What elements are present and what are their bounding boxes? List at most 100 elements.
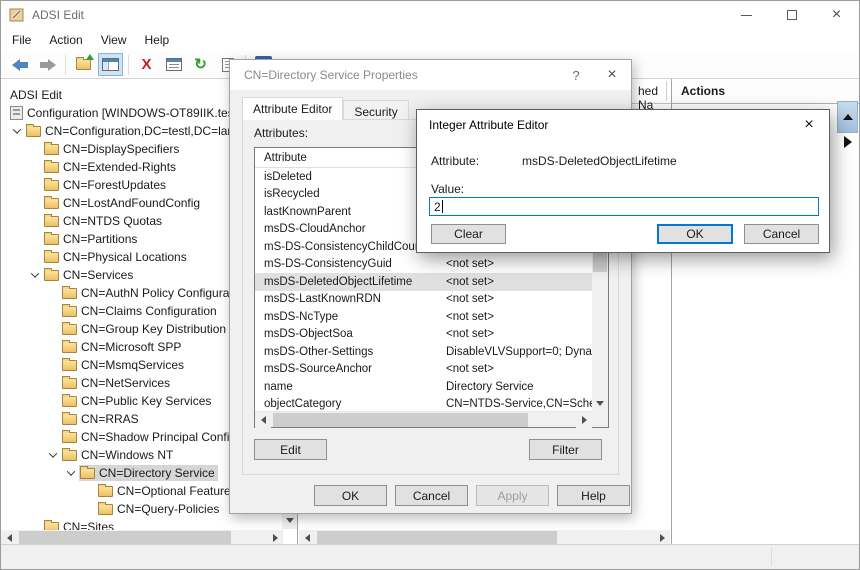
- menu-file[interactable]: File: [3, 30, 40, 50]
- tab-attribute-editor[interactable]: Attribute Editor: [242, 97, 343, 120]
- folder-icon: [44, 252, 59, 263]
- filter-button[interactable]: Filter: [529, 439, 602, 460]
- table-row[interactable]: msDS-NcType<not set>: [255, 308, 592, 326]
- column-divider: [666, 81, 667, 101]
- attributes-horizontal-scrollbar[interactable]: [255, 411, 592, 427]
- actions-scroll-up-button[interactable]: [837, 101, 858, 133]
- folder-icon: [62, 342, 77, 353]
- table-row[interactable]: objectCategoryCN=NTDS-Service,CN=Schema: [255, 396, 592, 412]
- up-one-level-icon[interactable]: [71, 53, 96, 76]
- folder-icon: [44, 198, 59, 209]
- dialog-title: CN=Directory Service Properties: [244, 68, 559, 82]
- folder-icon: [62, 288, 77, 299]
- maximize-icon: [787, 10, 797, 20]
- status-bar: [1, 544, 859, 569]
- attributes-label: Attributes:: [254, 126, 308, 140]
- adsi-edit-app-icon: [9, 7, 25, 23]
- value-label: Value:: [431, 182, 464, 196]
- folder-icon: [62, 432, 77, 443]
- title-bar: ADSI Edit ×: [1, 1, 859, 29]
- tree-scroll-down-button[interactable]: [282, 512, 297, 529]
- ok-button[interactable]: OK: [657, 224, 733, 244]
- menu-action[interactable]: Action: [40, 30, 91, 50]
- back-icon[interactable]: [8, 53, 33, 76]
- folder-icon: [62, 396, 77, 407]
- scroll-left-button[interactable]: [255, 412, 271, 428]
- table-row[interactable]: nameDirectory Service: [255, 378, 592, 396]
- menu-help[interactable]: Help: [136, 30, 179, 50]
- scroll-right-button[interactable]: [576, 412, 592, 428]
- toolbar-separator: [128, 55, 129, 75]
- tab-security[interactable]: Security: [343, 100, 408, 120]
- clear-button[interactable]: Clear: [431, 224, 506, 244]
- value-input[interactable]: 2: [429, 197, 819, 216]
- minimize-button[interactable]: [724, 1, 769, 29]
- dialog-help-button[interactable]: ?: [559, 68, 593, 83]
- ok-button[interactable]: OK: [314, 485, 387, 506]
- folder-icon: [62, 306, 77, 317]
- folder-icon: [44, 270, 59, 281]
- scrollbar-thumb[interactable]: [273, 413, 528, 427]
- apply-button[interactable]: Apply: [476, 485, 549, 506]
- actions-pane-header: Actions: [672, 79, 859, 104]
- cancel-button[interactable]: Cancel: [395, 485, 468, 506]
- more-actions-arrow-icon[interactable]: [844, 136, 852, 148]
- attribute-column-header: Attribute: [255, 152, 307, 164]
- integer-attribute-editor-dialog: Integer Attribute Editor × Attribute: ms…: [416, 109, 830, 253]
- dialog-close-button[interactable]: ×: [789, 116, 829, 134]
- text-caret: [442, 200, 443, 213]
- table-row[interactable]: msDS-ObjectSoa<not set>: [255, 326, 592, 344]
- folder-icon: [44, 180, 59, 191]
- table-row-selected[interactable]: msDS-DeletedObjectLifetime<not set>: [255, 273, 592, 291]
- folder-icon: [80, 468, 95, 479]
- folder-icon: [44, 144, 59, 155]
- scrollbar-thumb[interactable]: [19, 531, 231, 545]
- folder-icon: [62, 378, 77, 389]
- folder-icon: [98, 486, 113, 497]
- dialog-title-bar: CN=Directory Service Properties ? ×: [230, 60, 631, 90]
- chevron-down-icon[interactable]: [27, 272, 43, 278]
- menu-view[interactable]: View: [92, 30, 136, 50]
- toolbar-separator: [65, 55, 66, 75]
- menu-bar: File Action View Help: [1, 29, 859, 51]
- folder-icon: [26, 126, 41, 137]
- cancel-button[interactable]: Cancel: [744, 224, 819, 244]
- triangle-up-icon: [843, 114, 853, 120]
- folder-icon: [62, 414, 77, 425]
- chevron-down-icon[interactable]: [45, 452, 61, 458]
- dialog-tabs: Attribute Editor Security: [242, 97, 409, 120]
- maximize-button[interactable]: [769, 1, 814, 29]
- edit-button[interactable]: Edit: [254, 439, 327, 460]
- chevron-down-icon[interactable]: [63, 470, 79, 476]
- folder-icon: [62, 324, 77, 335]
- scrollbar-thumb[interactable]: [317, 531, 557, 545]
- attribute-name-value: msDS-DeletedObjectLifetime: [522, 154, 677, 168]
- chevron-down-icon[interactable]: [9, 128, 25, 134]
- delete-icon[interactable]: X: [134, 53, 159, 76]
- show-console-tree-icon[interactable]: [98, 53, 123, 76]
- scrollbar-corner: [592, 411, 608, 427]
- table-row[interactable]: mS-DS-ConsistencyGuid<not set>: [255, 256, 592, 274]
- adsi-edit-window: ADSI Edit × File Action View Help X ↻ ? …: [0, 0, 860, 570]
- scroll-down-button[interactable]: [592, 395, 608, 411]
- folder-icon: [44, 216, 59, 227]
- help-button[interactable]: Help: [557, 485, 630, 506]
- refresh-icon[interactable]: ↻: [188, 53, 213, 76]
- folder-icon: [44, 162, 59, 173]
- status-bar-divider: [771, 548, 772, 566]
- table-row[interactable]: msDS-LastKnownRDN<not set>: [255, 291, 592, 309]
- folder-icon: [98, 504, 113, 515]
- minimize-icon: [741, 15, 752, 16]
- dialog-title-bar: Integer Attribute Editor ×: [417, 110, 829, 140]
- dialog-close-button[interactable]: ×: [593, 66, 631, 84]
- table-row[interactable]: msDS-Other-SettingsDisableVLVSupport=0; …: [255, 343, 592, 361]
- window-title: ADSI Edit: [32, 8, 84, 22]
- folder-icon: [62, 450, 77, 461]
- table-row[interactable]: msDS-SourceAnchor<not set>: [255, 361, 592, 379]
- value-input-text: 2: [434, 200, 441, 214]
- actions-pane-title: Actions: [681, 84, 725, 98]
- properties-icon[interactable]: [161, 53, 186, 76]
- forward-icon[interactable]: [35, 53, 60, 76]
- close-button[interactable]: ×: [814, 1, 859, 29]
- folder-icon: [62, 360, 77, 371]
